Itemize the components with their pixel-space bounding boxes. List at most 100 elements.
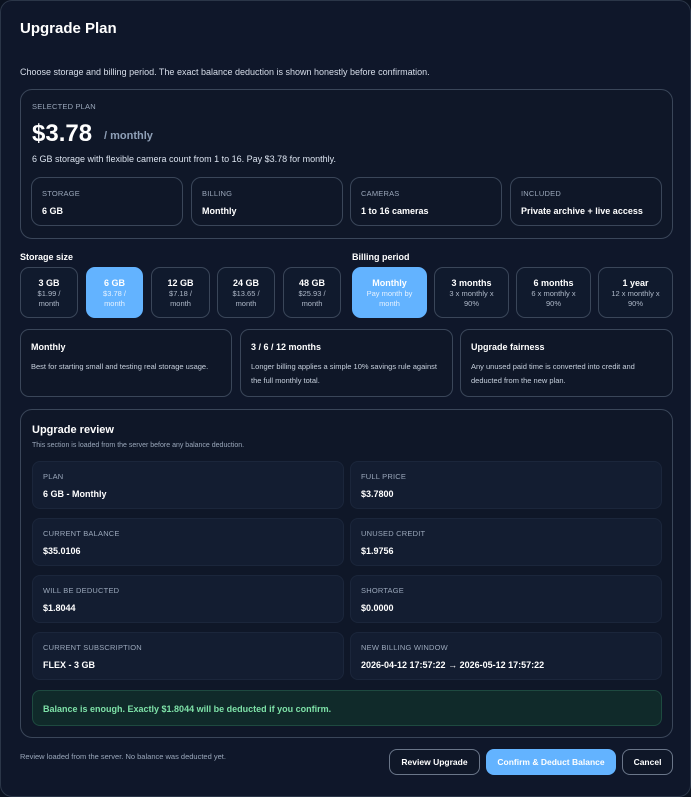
storage-option-12gb[interactable]: 12 GB $7.18 / month bbox=[151, 267, 210, 318]
billing-option-monthly[interactable]: Monthly Pay month by month bbox=[352, 267, 427, 318]
plan-period: / monthly bbox=[104, 130, 153, 142]
review-label: FULL PRICE bbox=[361, 472, 407, 481]
review-value: 2026-04-12 17:57:22 → 2026-05-12 17:57:2… bbox=[361, 660, 545, 670]
info-card-text: Any unused paid time is converted into c… bbox=[471, 362, 635, 385]
review-value: $3.7800 bbox=[361, 489, 394, 499]
info-card-long-billing: 3 / 6 / 12 months Longer billing applies… bbox=[240, 329, 453, 397]
info-card-monthly: Monthly Best for starting small and test… bbox=[20, 329, 232, 397]
balance-status-notice: Balance is enough. Exactly $1.8044 will … bbox=[32, 690, 662, 726]
option-unit: month bbox=[301, 299, 323, 308]
cancel-button[interactable]: Cancel bbox=[622, 749, 673, 775]
review-plan: PLAN 6 GB - Monthly bbox=[32, 461, 344, 509]
info-card-upgrade-fairness: Upgrade fairness Any unused paid time is… bbox=[460, 329, 673, 397]
review-shortage: SHORTAGE $0.0000 bbox=[350, 575, 662, 623]
review-label: UNUSED CREDIT bbox=[361, 529, 426, 538]
plan-price: $3.78 bbox=[32, 120, 93, 147]
confirm-deduct-button[interactable]: Confirm & Deduct Balance bbox=[486, 749, 616, 775]
billing-period-heading: Billing period bbox=[352, 252, 410, 262]
review-new-billing-window: NEW BILLING WINDOW 2026-04-12 17:57:22 →… bbox=[350, 632, 662, 680]
review-value: FLEX - 3 GB bbox=[43, 660, 96, 670]
option-detail: 3 x monthly x bbox=[449, 289, 494, 298]
footer-note: Review loaded from the server. No balanc… bbox=[20, 752, 226, 761]
stat-value: Monthly bbox=[202, 206, 237, 216]
selected-plan-label: SELECTED PLAN bbox=[32, 102, 96, 111]
upgrade-review-panel: Upgrade review This section is loaded fr… bbox=[20, 409, 673, 738]
plan-description: 6 GB storage with flexible camera count … bbox=[32, 154, 336, 164]
option-title: 12 GB bbox=[167, 278, 194, 288]
review-title: Upgrade review bbox=[32, 424, 114, 436]
option-detail-2: 90% bbox=[627, 299, 643, 308]
review-unused-credit: UNUSED CREDIT $1.9756 bbox=[350, 518, 662, 566]
option-detail-2: month bbox=[379, 299, 400, 308]
option-detail: Pay month by bbox=[366, 289, 413, 298]
option-price: $25.93 / bbox=[298, 289, 326, 298]
option-detail-2: 90% bbox=[545, 299, 561, 308]
review-label: NEW BILLING WINDOW bbox=[361, 643, 448, 652]
storage-option-24gb[interactable]: 24 GB $13.65 / month bbox=[217, 267, 275, 318]
stat-value: 6 GB bbox=[42, 206, 64, 216]
option-title: 1 year bbox=[622, 278, 649, 288]
info-card-title: Upgrade fairness bbox=[471, 342, 545, 352]
option-title: 6 months bbox=[533, 278, 574, 288]
option-unit: month bbox=[235, 299, 257, 308]
info-card-title: 3 / 6 / 12 months bbox=[251, 342, 322, 352]
option-detail-2: 90% bbox=[463, 299, 479, 308]
review-current-balance: CURRENT BALANCE $35.0106 bbox=[32, 518, 344, 566]
review-current-subscription: CURRENT SUBSCRIPTION FLEX - 3 GB bbox=[32, 632, 344, 680]
review-label: CURRENT BALANCE bbox=[43, 529, 120, 538]
option-title: 24 GB bbox=[232, 278, 259, 288]
balance-status-text: Balance is enough. Exactly $1.8044 will … bbox=[43, 704, 332, 714]
review-upgrade-button[interactable]: Review Upgrade bbox=[389, 749, 480, 775]
stat-cameras: CAMERAS 1 to 16 cameras bbox=[350, 177, 502, 226]
option-unit: month bbox=[104, 299, 125, 308]
review-value: 6 GB - Monthly bbox=[43, 489, 107, 499]
review-label: CURRENT SUBSCRIPTION bbox=[43, 643, 142, 652]
stat-value: Private archive + live access bbox=[521, 206, 643, 216]
option-title: Monthly bbox=[372, 278, 407, 288]
stat-value: 1 to 16 cameras bbox=[361, 206, 429, 216]
option-price: $3.78 / bbox=[103, 289, 126, 298]
option-price: $7.18 / bbox=[169, 289, 192, 298]
storage-option-6gb[interactable]: 6 GB $3.78 / month bbox=[86, 267, 143, 318]
review-label: PLAN bbox=[43, 472, 64, 481]
option-unit: month bbox=[170, 299, 191, 308]
storage-option-48gb[interactable]: 48 GB $25.93 / month bbox=[283, 267, 341, 318]
review-value: $35.0106 bbox=[43, 546, 81, 556]
modal-intro: Choose storage and billing period. The e… bbox=[20, 67, 430, 77]
review-label: WILL BE DEDUCTED bbox=[43, 586, 120, 595]
review-will-be-deducted: WILL BE DEDUCTED $1.8044 bbox=[32, 575, 344, 623]
review-value: $1.8044 bbox=[43, 603, 76, 613]
option-detail: 12 x monthly x bbox=[611, 289, 660, 298]
billing-option-6-months[interactable]: 6 months 6 x monthly x 90% bbox=[516, 267, 591, 318]
storage-option-3gb[interactable]: 3 GB $1.99 / month bbox=[20, 267, 78, 318]
billing-option-1-year[interactable]: 1 year 12 x monthly x 90% bbox=[598, 267, 673, 318]
stat-included: INCLUDED Private archive + live access bbox=[510, 177, 662, 226]
stat-label: BILLING bbox=[202, 189, 233, 198]
option-title: 48 GB bbox=[298, 278, 325, 288]
stat-label: STORAGE bbox=[42, 189, 80, 198]
storage-size-heading: Storage size bbox=[20, 252, 74, 262]
option-title: 6 GB bbox=[103, 278, 125, 288]
stat-label: INCLUDED bbox=[521, 189, 561, 198]
option-price: $13.65 / bbox=[232, 289, 260, 298]
option-title: 3 GB bbox=[38, 278, 60, 288]
selected-plan-card: SELECTED PLAN $3.78 / monthly 6 GB stora… bbox=[20, 89, 673, 239]
option-detail: 6 x monthly x bbox=[531, 289, 576, 298]
modal-title: Upgrade Plan bbox=[20, 20, 117, 37]
review-label: SHORTAGE bbox=[361, 586, 404, 595]
info-card-text: Longer billing applies a simple 10% savi… bbox=[251, 362, 437, 385]
option-unit: month bbox=[38, 299, 60, 308]
stat-label: CAMERAS bbox=[361, 189, 400, 198]
info-card-title: Monthly bbox=[31, 342, 66, 352]
stat-billing: BILLING Monthly bbox=[191, 177, 343, 226]
upgrade-plan-modal: Upgrade Plan Choose storage and billing … bbox=[0, 0, 691, 797]
stat-storage: STORAGE 6 GB bbox=[31, 177, 183, 226]
review-value: $1.9756 bbox=[361, 546, 394, 556]
info-card-text: Best for starting small and testing real… bbox=[31, 362, 209, 371]
review-subtitle: This section is loaded from the server b… bbox=[32, 442, 245, 449]
review-full-price: FULL PRICE $3.7800 bbox=[350, 461, 662, 509]
option-price: $1.99 / bbox=[37, 289, 61, 298]
review-value: $0.0000 bbox=[361, 603, 394, 613]
option-title: 3 months bbox=[451, 278, 492, 288]
billing-option-3-months[interactable]: 3 months 3 x monthly x 90% bbox=[434, 267, 509, 318]
